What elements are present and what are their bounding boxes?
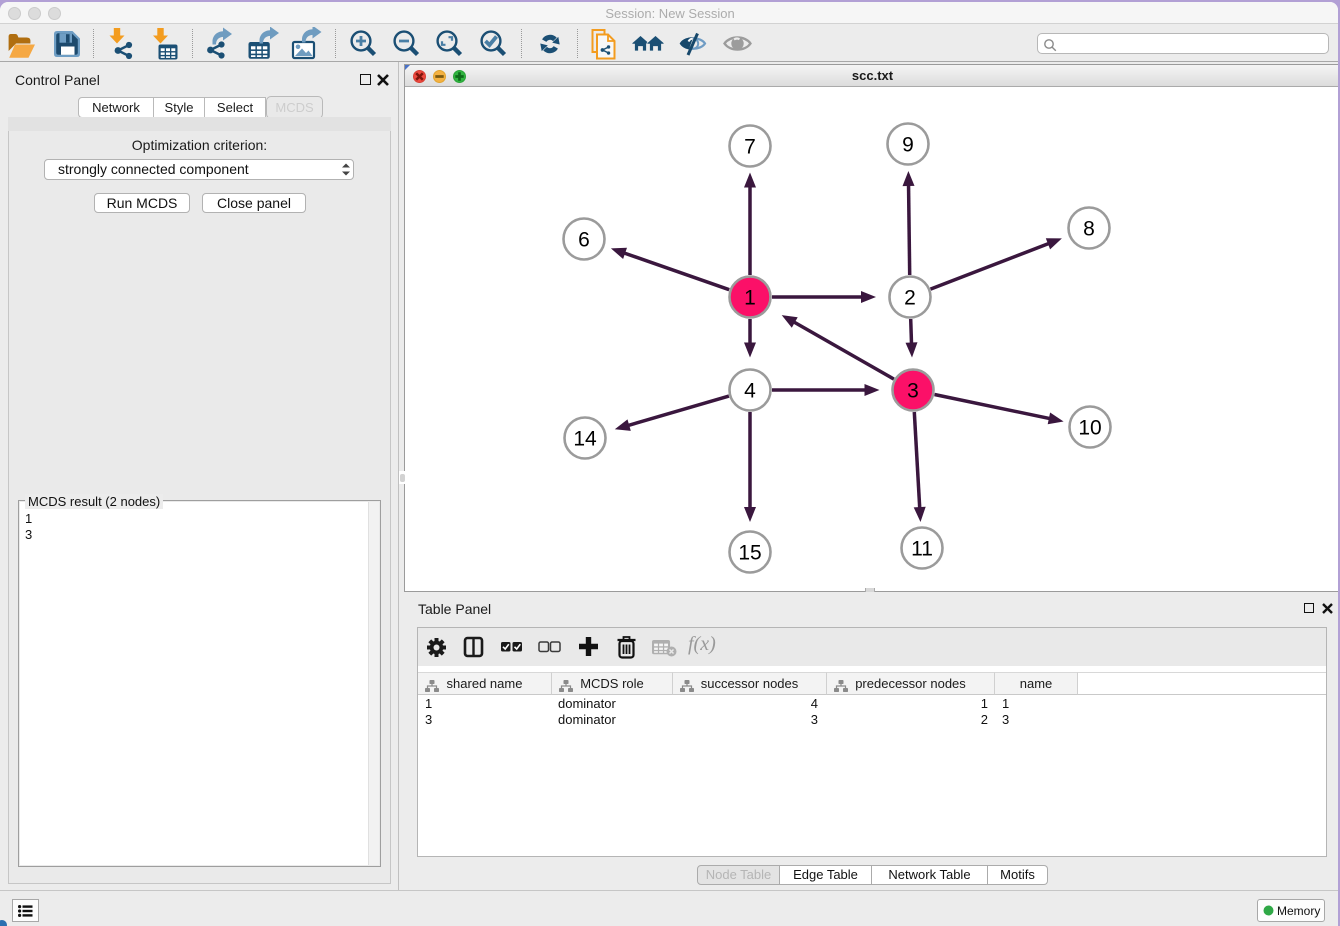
svg-text:15: 15: [738, 542, 761, 565]
svg-text:1: 1: [744, 287, 756, 310]
svg-text:7: 7: [744, 136, 756, 159]
svg-text:2: 2: [904, 287, 916, 310]
svg-text:3: 3: [907, 380, 919, 403]
svg-text:4: 4: [744, 380, 756, 403]
svg-text:14: 14: [573, 428, 597, 451]
svg-text:8: 8: [1083, 218, 1095, 241]
svg-text:6: 6: [578, 229, 590, 252]
svg-text:9: 9: [902, 134, 914, 157]
svg-text:10: 10: [1078, 417, 1101, 440]
svg-text:11: 11: [911, 538, 933, 561]
